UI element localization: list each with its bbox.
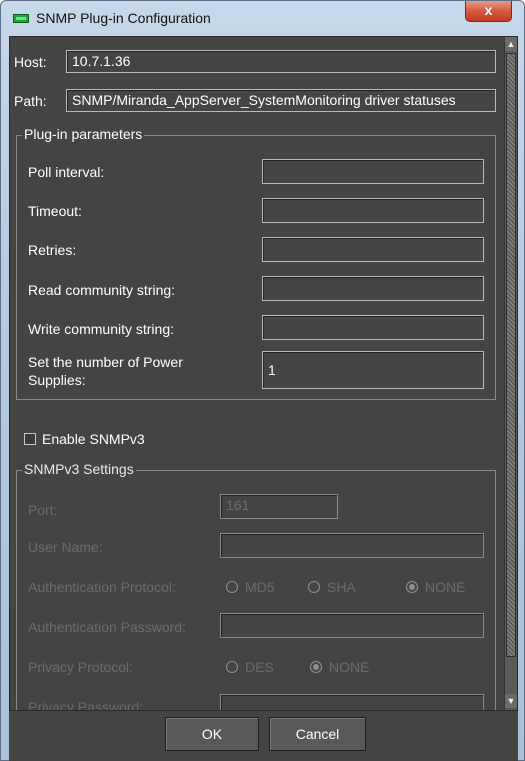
power-supplies-field[interactable]: 1: [262, 351, 484, 389]
auth-password-label: Authentication Password:: [28, 619, 186, 635]
port-value: 161: [226, 497, 250, 513]
auth-none-label: NONE: [425, 579, 466, 595]
path-value: SNMP/Miranda_AppServer_SystemMonitoring …: [72, 92, 456, 108]
auth-md5-radio[interactable]: [226, 581, 238, 593]
auth-none-radio[interactable]: [406, 581, 418, 593]
close-button[interactable]: x: [465, 1, 512, 22]
write-community-field[interactable]: [262, 315, 484, 340]
scroll-content: Host: 10.7.1.36 Path: SNMP/Miranda_AppSe…: [10, 37, 504, 711]
privacy-none-radio[interactable]: [310, 661, 322, 673]
snmpv3-settings-legend: SNMPv3 Settings: [22, 461, 136, 477]
vertical-scrollbar[interactable]: ▲ ▼: [504, 37, 517, 710]
poll-interval-field[interactable]: [262, 159, 484, 184]
power-supplies-label-line2: Supplies:: [28, 372, 86, 388]
enable-snmpv3-label: Enable SNMPv3: [42, 431, 145, 447]
auth-sha-radio[interactable]: [308, 581, 320, 593]
privacy-protocol-label: Privacy Protocol:: [28, 659, 134, 675]
power-supplies-label-line1: Set the number of Power: [28, 354, 183, 370]
plugin-parameters-legend: Plug-in parameters: [22, 126, 145, 142]
scrollbar-thumb[interactable]: [506, 53, 516, 657]
title-bar[interactable]: SNMP Plug-in Configuration x: [1, 1, 524, 36]
write-community-label: Write community string:: [28, 321, 174, 337]
scroll-up-arrow-icon[interactable]: ▲: [505, 37, 517, 51]
poll-interval-label: Poll interval:: [28, 164, 105, 180]
timeout-field[interactable]: [262, 198, 484, 223]
username-label: User Name:: [28, 539, 103, 555]
scroll-down-arrow-icon[interactable]: ▼: [505, 694, 517, 708]
read-community-label: Read community string:: [28, 282, 176, 298]
cancel-button[interactable]: Cancel: [269, 717, 366, 751]
ok-button[interactable]: OK: [165, 717, 259, 751]
auth-protocol-label: Authentication Protocol:: [28, 579, 176, 595]
auth-sha-label: SHA: [327, 579, 356, 595]
port-field[interactable]: 161: [220, 494, 338, 519]
path-field[interactable]: SNMP/Miranda_AppServer_SystemMonitoring …: [66, 89, 496, 112]
port-label: Port:: [28, 502, 58, 518]
power-supplies-value: 1: [268, 362, 276, 378]
enable-snmpv3-checkbox[interactable]: [24, 433, 36, 445]
privacy-none-label: NONE: [329, 659, 370, 675]
host-value: 10.7.1.36: [72, 53, 131, 69]
dialog-body: Host: 10.7.1.36 Path: SNMP/Miranda_AppSe…: [9, 36, 518, 711]
read-community-field[interactable]: [262, 276, 484, 301]
monitor-icon: [13, 14, 29, 23]
host-field[interactable]: 10.7.1.36: [66, 50, 496, 73]
auth-md5-label: MD5: [245, 579, 275, 595]
username-field[interactable]: [220, 533, 484, 558]
window-title: SNMP Plug-in Configuration: [36, 10, 211, 26]
retries-label: Retries:: [28, 242, 77, 258]
timeout-label: Timeout:: [28, 203, 82, 219]
auth-password-field[interactable]: [220, 613, 484, 638]
privacy-des-radio[interactable]: [226, 661, 238, 673]
privacy-password-label: Privacy Password:: [28, 699, 144, 711]
privacy-password-field[interactable]: [220, 694, 484, 710]
privacy-des-label: DES: [245, 659, 274, 675]
path-label: Path:: [14, 93, 47, 109]
dialog-window: SNMP Plug-in Configuration x Host: 10.7.…: [0, 0, 525, 761]
button-bar: OK Cancel: [9, 711, 518, 761]
host-label: Host:: [14, 54, 47, 70]
retries-field[interactable]: [262, 237, 484, 262]
